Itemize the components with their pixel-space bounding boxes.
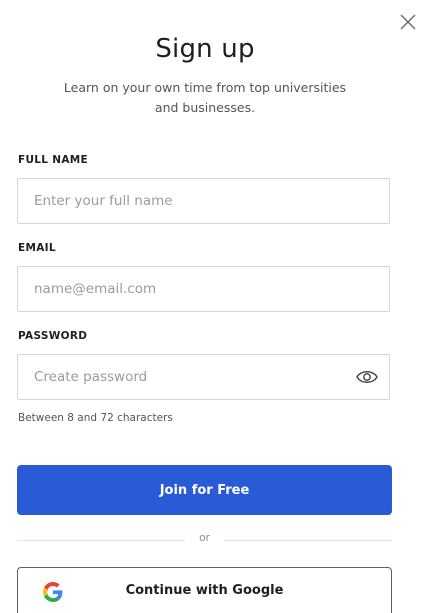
eye-icon — [356, 371, 378, 383]
close-icon — [400, 14, 416, 30]
modal-subtitle: Learn on your own time from top universi… — [63, 80, 347, 115]
show-password-button[interactable] — [355, 367, 379, 387]
or-divider: or — [17, 532, 392, 548]
password-input[interactable] — [18, 355, 350, 399]
full-name-field-wrapper — [17, 178, 390, 224]
password-field-wrapper — [17, 354, 390, 400]
full-name-input[interactable] — [18, 179, 350, 223]
close-button[interactable] — [398, 12, 418, 32]
password-hint: Between 8 and 72 characters — [18, 412, 173, 424]
email-label: EMAIL — [18, 242, 56, 254]
divider-line-right — [224, 540, 392, 541]
google-button-label: Continue with Google — [125, 583, 284, 598]
divider-text: or — [199, 532, 210, 544]
join-for-free-button[interactable]: Join for Free — [17, 465, 392, 515]
password-label: PASSWORD — [18, 330, 88, 342]
modal-title: Sign up — [155, 34, 255, 64]
full-name-label: FULL NAME — [18, 154, 88, 166]
continue-with-google-button[interactable]: Continue with Google — [17, 567, 392, 613]
email-field-wrapper — [17, 266, 390, 312]
signup-modal: Sign up Learn on your own time from top … — [0, 0, 432, 613]
email-input[interactable] — [18, 267, 350, 311]
